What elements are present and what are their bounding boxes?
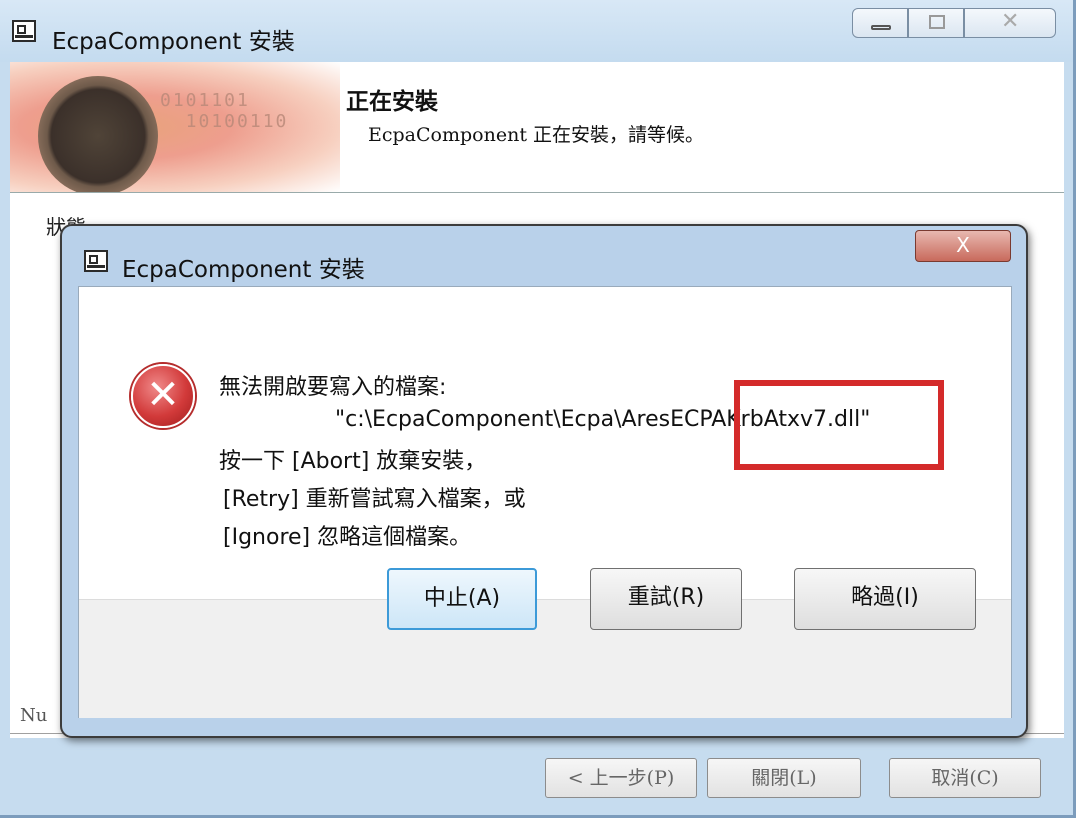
dialog-titlebar: EcpaComponent 安裝 X <box>62 226 1026 286</box>
close-icon: ✕ <box>1001 9 1020 34</box>
ignore-button-highlight <box>734 380 944 470</box>
retry-button[interactable]: 重試(R) <box>590 568 742 630</box>
message-line-5: [Ignore] 忽略這個檔案。 <box>223 525 472 550</box>
back-button[interactable]: < 上一步(P) <box>545 758 697 798</box>
close-icon: X <box>956 233 970 257</box>
dialog-close-button[interactable]: X <box>915 230 1011 262</box>
message-line-1: 無法開啟要寫入的檔案: <box>219 375 447 400</box>
message-line-4: [Retry] 重新嘗試寫入檔案，或 <box>223 487 526 512</box>
cancel-button[interactable]: 取消(C) <box>889 758 1041 798</box>
message-line-3: 按一下 [Abort] 放棄安裝， <box>219 449 487 474</box>
minimize-button[interactable] <box>852 8 908 38</box>
abort-button[interactable]: 中止(A) <box>387 568 537 630</box>
error-dialog: EcpaComponent 安裝 X ✕ 無法開啟要寫入的檔案: "c:\Ecp… <box>60 224 1028 738</box>
banner-graphic: 0101101 10100110 <box>10 62 340 192</box>
dialog-title: EcpaComponent 安裝 <box>122 257 365 283</box>
binary-digits-graphic: 0101101 10100110 <box>160 90 289 132</box>
dialog-app-icon <box>84 250 108 272</box>
close-button[interactable]: 關閉(L) <box>707 758 861 798</box>
null-text: Nu <box>20 705 48 726</box>
installer-app-icon <box>12 20 36 42</box>
dialog-body: ✕ 無法開啟要寫入的檔案: "c:\EcpaComponent\Ecpa\Are… <box>78 286 1012 718</box>
window-close-button[interactable]: ✕ <box>964 8 1056 38</box>
installer-window-title: EcpaComponent 安裝 <box>52 29 295 55</box>
installer-titlebar: EcpaComponent 安裝 ✕ <box>0 0 1073 62</box>
banner-subtitle: EcpaComponent 正在安裝，請等候。 <box>368 124 704 146</box>
ignore-button[interactable]: 略過(I) <box>794 568 976 630</box>
error-x-icon: ✕ <box>131 364 195 428</box>
installer-banner: 0101101 10100110 正在安裝 EcpaComponent 正在安裝… <box>10 62 1064 193</box>
banner-heading: 正在安裝 <box>346 88 438 115</box>
maximize-button[interactable] <box>908 8 964 38</box>
dial-graphic <box>38 76 158 192</box>
